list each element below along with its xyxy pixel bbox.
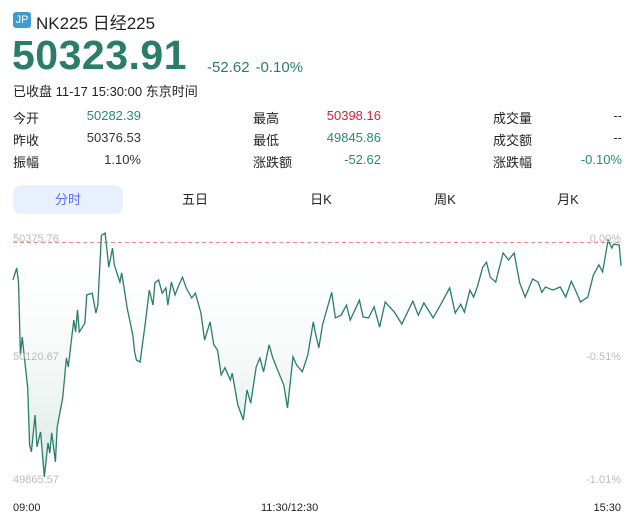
x-label-open: 09:00 (13, 502, 41, 514)
intraday-chart[interactable] (0, 0, 636, 525)
x-label-close: 15:30 (593, 502, 621, 514)
y-label-left-bottom: 49865.57 (13, 474, 59, 486)
y-label-left-mid: 50120.67 (13, 351, 59, 363)
y-label-right-top: 0.00% (589, 233, 621, 245)
y-label-left-top: 50375.76 (13, 233, 59, 245)
y-label-right-mid: -0.51% (586, 351, 621, 363)
y-label-right-bottom: -1.01% (586, 474, 621, 486)
x-label-lunch: 11:30/12:30 (261, 502, 319, 514)
price-area-fill (13, 233, 621, 477)
